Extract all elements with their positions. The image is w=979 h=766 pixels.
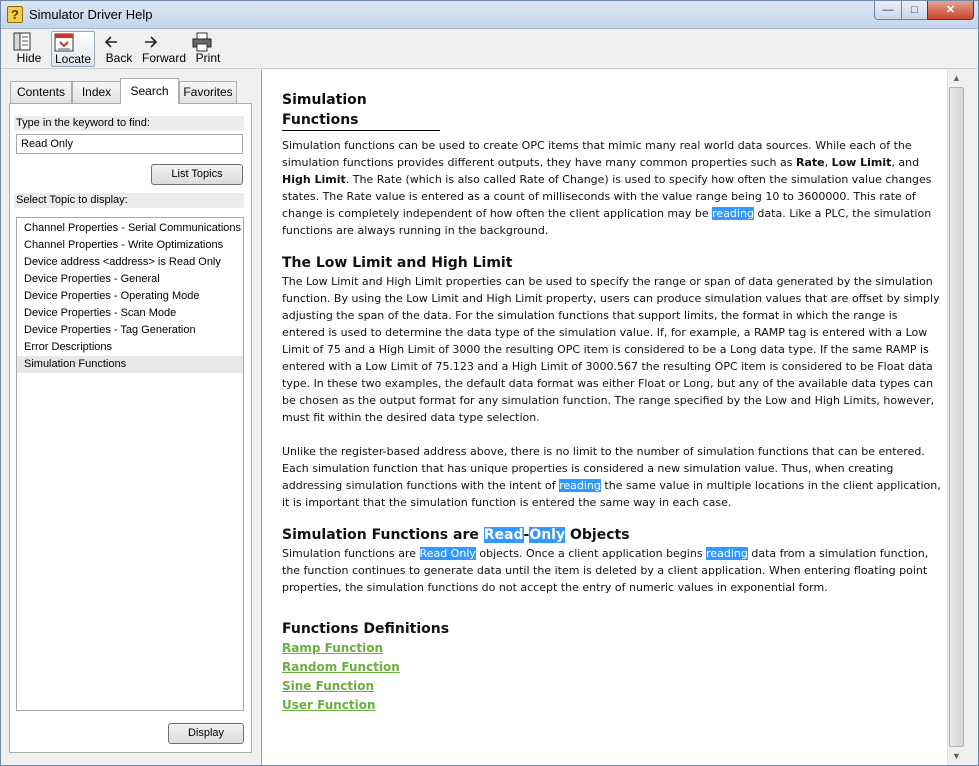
forward-label: Forward: [141, 51, 186, 65]
readonly-text: Simulation functions are: [282, 547, 420, 560]
readonly-text: objects. Once a client application begin…: [475, 547, 707, 560]
topic-content-pane: Simulation Functions Simulation function…: [262, 70, 947, 765]
window-right-edge: [964, 70, 978, 765]
help-app-icon: ?: [7, 6, 23, 23]
keyword-input[interactable]: Read Only: [16, 134, 243, 154]
locate-button[interactable]: Locate: [51, 31, 95, 67]
limits-paragraph: The Low Limit and High Limit properties …: [282, 275, 940, 424]
low-limit-term: Low Limit: [831, 156, 892, 169]
topic-item[interactable]: Device Properties - Tag Generation: [17, 322, 243, 339]
sine-function-link[interactable]: Sine Function: [282, 677, 942, 696]
window-title: Simulator Driver Help: [29, 7, 153, 22]
minimize-button[interactable]: —: [874, 1, 902, 20]
title-bar[interactable]: ? Simulator Driver Help — □ ✕: [1, 1, 978, 29]
random-function-link[interactable]: Random Function: [282, 658, 942, 677]
topic-item[interactable]: Device Properties - General: [17, 271, 243, 288]
topic-item-selected[interactable]: Simulation Functions: [17, 356, 243, 373]
print-button[interactable]: Print: [191, 31, 225, 67]
topic-item[interactable]: Device Properties - Scan Mode: [17, 305, 243, 322]
search-highlight: Read: [483, 527, 524, 543]
display-button[interactable]: Display: [168, 723, 244, 744]
keyword-label: Type in the keyword to find:: [14, 116, 244, 131]
locate-label: Locate: [54, 52, 92, 66]
arrow-left-icon: [104, 36, 117, 48]
definitions-heading: Functions Definitions: [282, 621, 450, 637]
locate-icon: [54, 33, 74, 52]
hide-label: Hide: [16, 51, 42, 65]
rate-term: Rate: [795, 156, 825, 169]
close-button[interactable]: ✕: [927, 1, 974, 20]
scroll-down-arrow-icon[interactable]: ▼: [948, 748, 965, 765]
scroll-thumb[interactable]: [949, 87, 964, 747]
topic-item[interactable]: Channel Properties - Serial Communicatio…: [17, 220, 243, 237]
select-topic-label: Select Topic to display:: [14, 193, 244, 208]
high-limit-term: High Limit: [282, 173, 346, 186]
intro-sep: ,: [824, 156, 832, 169]
limits-heading: The Low Limit and High Limit: [282, 255, 513, 271]
forward-button[interactable]: Forward: [141, 31, 187, 67]
topic-list[interactable]: Channel Properties - Serial Communicatio…: [16, 217, 244, 711]
list-topics-button[interactable]: List Topics: [151, 164, 243, 185]
maximize-button[interactable]: □: [901, 1, 928, 20]
search-highlight: reading: [559, 479, 601, 492]
tab-search[interactable]: Search: [120, 78, 179, 104]
intro-paragraph: Simulation functions can be used to crea…: [282, 137, 942, 239]
user-function-link[interactable]: User Function: [282, 696, 942, 715]
article: Simulation Functions Simulation function…: [282, 90, 942, 715]
back-button[interactable]: Back: [101, 31, 137, 67]
help-window: ? Simulator Driver Help — □ ✕ Hide Locat…: [0, 0, 979, 766]
scroll-up-arrow-icon[interactable]: ▲: [948, 70, 965, 87]
read-only-heading: Simulation Functions are Read-Only Objec…: [282, 525, 942, 545]
heading-text: Objects: [565, 527, 630, 543]
ramp-function-link[interactable]: Ramp Function: [282, 639, 942, 658]
back-label: Back: [105, 51, 133, 65]
search-highlight: reading: [712, 207, 754, 220]
tab-favorites[interactable]: Favorites: [179, 81, 237, 103]
register-paragraph: Unlike the register-based address above,…: [282, 443, 942, 511]
article-title: Simulation Functions: [282, 90, 440, 131]
topic-item[interactable]: Device Properties - Operating Mode: [17, 288, 243, 305]
printer-icon: [192, 32, 212, 52]
toolbar: Hide Locate Back Forward Print: [1, 29, 978, 69]
topic-item[interactable]: Error Descriptions: [17, 339, 243, 356]
content-scrollbar[interactable]: ▲ ▼: [947, 70, 964, 765]
tab-contents[interactable]: Contents: [10, 81, 72, 103]
topic-item[interactable]: Device address <address> is Read Only: [17, 254, 243, 271]
read-only-paragraph: Simulation functions are Read Only objec…: [282, 545, 942, 596]
intro-sep: , and: [891, 156, 920, 169]
print-label: Print: [195, 51, 221, 65]
search-highlight: Read Only: [419, 547, 476, 560]
hide-button[interactable]: Hide: [11, 31, 47, 67]
heading-text: Simulation Functions are: [282, 527, 484, 543]
search-highlight: Only: [529, 527, 566, 543]
tab-index[interactable]: Index: [72, 81, 121, 103]
search-highlight: reading: [706, 547, 748, 560]
hide-pane-icon: [13, 32, 31, 51]
arrow-right-icon: [145, 36, 158, 48]
topic-item[interactable]: Channel Properties - Write Optimizations: [17, 237, 243, 254]
